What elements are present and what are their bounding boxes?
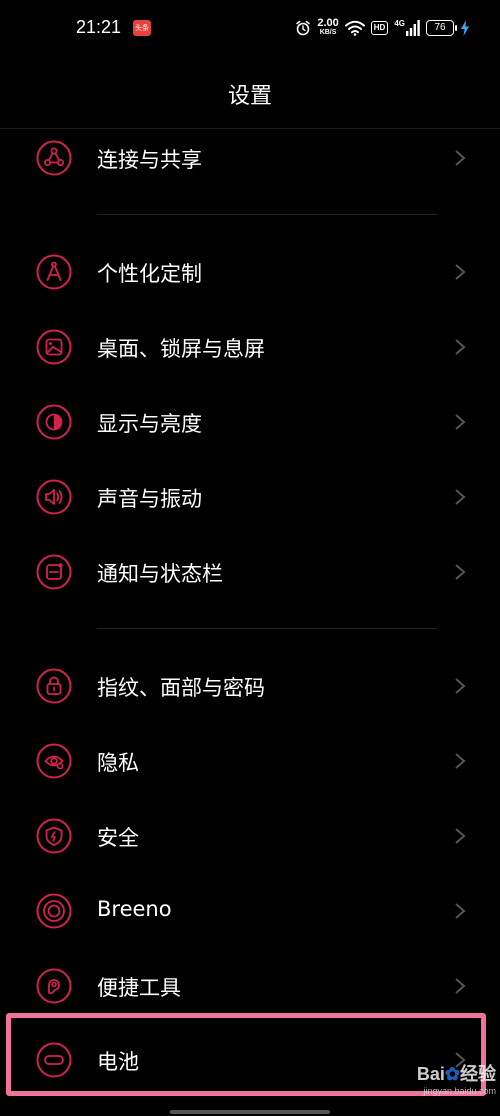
settings-item-label: 个性化定制 xyxy=(97,262,202,286)
status-time: 21:21 xyxy=(76,17,122,37)
network-type: 4G xyxy=(394,19,405,28)
settings-item-privacy[interactable]: 隐私 xyxy=(0,729,500,793)
chevron-right-icon xyxy=(455,564,466,580)
security-shield-icon xyxy=(36,818,72,854)
lock-icon xyxy=(36,668,72,704)
privacy-eye-icon xyxy=(36,743,72,779)
watermark-brand-right: 经验 xyxy=(460,1064,496,1084)
watermark-brand-left: Bai xyxy=(416,1064,445,1084)
alarm-icon xyxy=(296,20,311,36)
settings-item-display-brightness[interactable]: 显示与亮度 xyxy=(0,390,500,454)
net-speed-unit: KB/S xyxy=(319,29,337,36)
notification-icon xyxy=(36,554,72,590)
page-title: 设置 xyxy=(227,84,272,109)
chevron-right-icon xyxy=(455,489,466,505)
tools-icon xyxy=(36,968,72,1004)
speaker-icon xyxy=(36,479,72,515)
settings-item-notification-statusbar[interactable]: 通知与状态栏 xyxy=(0,540,500,604)
chevron-right-icon xyxy=(455,678,466,694)
hd-badge: HD xyxy=(370,21,389,35)
watermark: Bai✿经验 jingyan.baidu.com xyxy=(384,1060,496,1096)
settings-item-sound-vibration[interactable]: 声音与振动 xyxy=(0,465,500,529)
chevron-right-icon xyxy=(455,978,466,994)
chevron-right-icon xyxy=(455,753,466,769)
net-speed-value: 2.00 xyxy=(317,17,339,29)
chevron-right-icon xyxy=(455,150,466,166)
settings-item-personalization[interactable]: 个性化定制 xyxy=(0,240,500,304)
settings-item-label: 连接与共享 xyxy=(97,148,202,172)
net-speed: 2.00 KB/S xyxy=(317,17,339,37)
settings-item-label: 指纹、面部与密码 xyxy=(97,676,265,700)
watermark-url: jingyan.baidu.com xyxy=(423,1086,496,1096)
settings-item-label: 桌面、锁屏与息屏 xyxy=(97,337,265,361)
settings-item-label: Breeno xyxy=(97,897,172,921)
settings-item-label: 显示与亮度 xyxy=(97,412,202,436)
breeno-icon xyxy=(36,893,72,929)
settings-item-security[interactable]: 安全 xyxy=(0,804,500,868)
home-indicator[interactable] xyxy=(170,1110,330,1114)
settings-item-connection-sharing[interactable]: 连接与共享 xyxy=(0,126,500,190)
status-bar: 21:21 头条 2.00 KB/S HD 4G 76 xyxy=(0,0,500,56)
status-icons: 2.00 KB/S HD 4G 76 xyxy=(295,16,470,40)
group-divider xyxy=(97,628,437,629)
settings-item-breeno[interactable]: Breeno xyxy=(0,879,500,943)
settings-item-desktop-lockscreen[interactable]: 桌面、锁屏与息屏 xyxy=(0,315,500,379)
group-divider xyxy=(97,214,437,215)
chevron-right-icon xyxy=(455,828,466,844)
compass-icon xyxy=(36,254,72,290)
chevron-right-icon xyxy=(455,339,466,355)
settings-item-convenience-tools[interactable]: 便捷工具 xyxy=(0,954,500,1018)
settings-item-label: 便捷工具 xyxy=(97,976,181,1000)
share-connect-icon xyxy=(36,140,72,176)
brightness-icon xyxy=(36,404,72,440)
wifi-icon xyxy=(344,20,365,36)
chevron-right-icon xyxy=(455,264,466,280)
chevron-right-icon xyxy=(455,414,466,430)
cellular-signal: 4G xyxy=(394,20,420,36)
watermark-logo: Bai✿经验 xyxy=(384,1060,496,1086)
signal-icon xyxy=(406,20,420,36)
news-app-badge-icon: 头条 xyxy=(133,20,151,36)
charging-bolt-icon xyxy=(461,20,469,36)
chevron-right-icon xyxy=(455,903,466,919)
settings-item-label: 通知与状态栏 xyxy=(97,562,223,586)
wallpaper-icon xyxy=(36,329,72,365)
settings-item-fingerprint-face-password[interactable]: 指纹、面部与密码 xyxy=(0,654,500,718)
battery-indicator: 76 xyxy=(426,20,457,36)
baidu-paw-icon: ✿ xyxy=(444,1064,460,1084)
settings-item-label: 声音与振动 xyxy=(97,487,202,511)
settings-item-label: 安全 xyxy=(97,826,139,850)
settings-item-label: 隐私 xyxy=(97,751,139,775)
